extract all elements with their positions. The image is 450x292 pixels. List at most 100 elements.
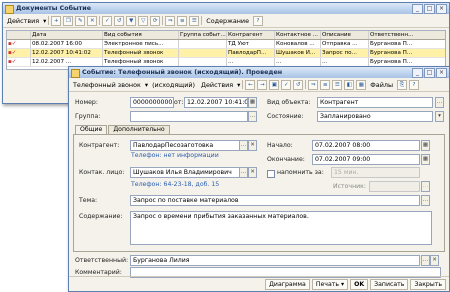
select-button[interactable]: … bbox=[248, 111, 257, 122]
source-label: Источник: bbox=[333, 183, 366, 190]
chevron-down-icon: ▾ bbox=[144, 80, 149, 89]
contact-field[interactable]: Шушаков Илья Владимирович bbox=[130, 167, 240, 178]
contractor-label: Контрагент: bbox=[79, 142, 120, 149]
event-title: Событие: Телефонный звонок (исходящий). … bbox=[82, 69, 283, 76]
maximize-button[interactable]: □ bbox=[424, 68, 435, 78]
content-textarea[interactable]: Запрос о времени прибытия заказанных мат… bbox=[130, 211, 432, 245]
select-button[interactable]: … bbox=[239, 167, 248, 178]
edit-icon[interactable]: ✎ bbox=[75, 15, 86, 26]
clear-icon[interactable]: ✕ bbox=[248, 140, 257, 151]
post-icon[interactable]: ✓ bbox=[102, 15, 113, 26]
diagram-button[interactable]: Диаграмма bbox=[265, 278, 310, 290]
attach-icon[interactable]: ⎘ bbox=[397, 79, 407, 90]
documents-title: Документы Событие bbox=[16, 5, 91, 12]
select-button[interactable]: … bbox=[435, 97, 444, 108]
responsible-field[interactable]: Бурганова Лилия bbox=[130, 255, 420, 266]
actions-menu[interactable]: Действия bbox=[5, 17, 41, 25]
event-toolbar: Телефонный звонок ▾ (исходящий) Действия ▾… bbox=[69, 78, 449, 92]
tab-additional[interactable]: Дополнительно bbox=[108, 125, 170, 134]
refresh-icon[interactable]: ⟳ bbox=[150, 15, 161, 26]
ok-button[interactable]: OK bbox=[350, 278, 369, 290]
calendar-icon[interactable]: ▦ bbox=[421, 140, 430, 151]
document-icon: ▪✓ bbox=[7, 40, 31, 48]
contact-phone-info[interactable]: Телефон: 64-23-18, доб. 15 bbox=[131, 181, 219, 188]
clear-icon[interactable]: ✕ bbox=[430, 255, 439, 266]
remind-field[interactable]: 15 мин. bbox=[331, 167, 420, 178]
help-icon[interactable]: ? bbox=[253, 15, 264, 26]
select-button[interactable]: … bbox=[421, 255, 430, 266]
properties-icon[interactable]: ◧ bbox=[344, 79, 355, 90]
contractor-phone-info[interactable]: Телефон: нет информации bbox=[131, 152, 219, 159]
chevron-down-icon[interactable]: ▾ bbox=[435, 111, 444, 122]
structure-icon[interactable]: ≡ bbox=[320, 79, 331, 90]
column-header[interactable]: Ответственн... bbox=[369, 31, 420, 39]
unpost-icon[interactable]: ↺ bbox=[293, 79, 304, 90]
forward-icon[interactable]: → bbox=[257, 79, 268, 90]
end-field[interactable]: 07.02.2007 09:00 bbox=[312, 154, 420, 165]
contact-label: Контак. лицо: bbox=[79, 169, 125, 176]
topic-field[interactable]: Запрос по поставке материалов bbox=[130, 195, 420, 206]
journal-icon[interactable]: ☰ bbox=[332, 79, 343, 90]
column-header[interactable]: Вид события bbox=[103, 31, 179, 39]
column-header[interactable]: Описание bbox=[321, 31, 369, 39]
table-row[interactable]: ▪✓ 12.02.2007 10:41:02 Телефонный звонок… bbox=[7, 49, 445, 58]
start-field[interactable]: 07.02.2007 08:00 bbox=[312, 140, 420, 151]
document-icon: ▪✓ bbox=[7, 49, 31, 57]
number-field[interactable]: 00000000002 bbox=[130, 97, 174, 108]
delete-icon[interactable]: ✕ bbox=[87, 15, 98, 26]
actions-menu[interactable]: Действия bbox=[199, 81, 235, 89]
contractor-field[interactable]: ПавлодарПесозаготовка bbox=[130, 140, 240, 151]
documents-toolbar: Действия ▾ + ❐ ✎ ✕ ✓ ↺ ▼ ▽ ⟳ ⇒ ≡ ☰ Содерж… bbox=[3, 14, 449, 28]
unpost-icon[interactable]: ↺ bbox=[114, 15, 125, 26]
print-button[interactable]: Печать ▾ bbox=[311, 278, 349, 290]
app-icon bbox=[5, 5, 14, 14]
filter-icon[interactable]: ▼ bbox=[126, 15, 137, 26]
files-button[interactable]: Файлы bbox=[368, 81, 395, 89]
calendar-icon[interactable]: ▦ bbox=[248, 97, 257, 108]
form-buttons: Диаграмма Печать ▾ OK Записать Закрыть bbox=[69, 276, 449, 291]
content-button[interactable]: Содержание bbox=[204, 17, 251, 25]
close-button[interactable]: Закрыть bbox=[410, 278, 446, 290]
chevron-down-icon: ▾ bbox=[237, 80, 241, 89]
based-on-icon[interactable]: ⇒ bbox=[165, 15, 176, 26]
direction-label[interactable]: (исходящий) bbox=[150, 81, 197, 89]
event-window: Событие: Телефонный звонок (исходящий). … bbox=[68, 66, 450, 292]
clear-icon[interactable]: ✕ bbox=[248, 167, 257, 178]
table-row[interactable]: ▪✓ 08.02.2007 16:00 Электронное пись... … bbox=[7, 40, 445, 49]
filter-off-icon[interactable]: ▽ bbox=[138, 15, 149, 26]
back-icon[interactable]: ← bbox=[245, 79, 256, 90]
calendar-icon[interactable]: ▦ bbox=[356, 79, 367, 90]
calendar-icon[interactable]: ▦ bbox=[421, 154, 430, 165]
comment-label: Комментарий: bbox=[75, 269, 122, 276]
close-button[interactable]: × bbox=[436, 68, 447, 78]
journal-icon[interactable]: ☰ bbox=[189, 15, 200, 26]
call-type-menu[interactable]: Телефонный звонок bbox=[71, 81, 143, 89]
save-button[interactable]: Записать bbox=[370, 278, 409, 290]
select-button[interactable]: … bbox=[421, 181, 430, 192]
structure-icon[interactable]: ≡ bbox=[177, 15, 188, 26]
select-button[interactable]: … bbox=[239, 140, 248, 151]
maximize-button[interactable]: □ bbox=[424, 4, 435, 14]
copy-icon[interactable]: ❐ bbox=[63, 15, 74, 26]
help-icon[interactable]: ? bbox=[409, 79, 419, 90]
state-field[interactable]: Запланировано bbox=[317, 111, 433, 122]
post-icon[interactable]: ✓ bbox=[281, 79, 292, 90]
group-field[interactable] bbox=[130, 111, 248, 122]
object-type-field[interactable]: Контрагент bbox=[317, 97, 433, 108]
column-header[interactable]: Контактное ... bbox=[275, 31, 321, 39]
minimize-button[interactable]: _ bbox=[412, 4, 423, 14]
remind-checkbox[interactable] bbox=[267, 170, 275, 178]
close-button[interactable]: × bbox=[436, 4, 447, 14]
source-field[interactable] bbox=[369, 181, 420, 192]
state-label: Состояние: bbox=[267, 113, 304, 120]
responsible-label: Ответственный: bbox=[75, 257, 129, 264]
add-icon[interactable]: + bbox=[51, 15, 62, 26]
date-field[interactable]: 12.02.2007 10:41:02 bbox=[184, 97, 248, 108]
column-header[interactable]: Группа событ... bbox=[179, 31, 227, 39]
based-on-icon[interactable]: ⇒ bbox=[308, 79, 319, 90]
column-header[interactable]: Дата bbox=[31, 31, 103, 39]
column-header[interactable]: Контрагент bbox=[227, 31, 275, 39]
minimize-button[interactable]: _ bbox=[412, 68, 423, 78]
save-icon[interactable]: ▣ bbox=[269, 79, 280, 90]
select-button[interactable]: … bbox=[421, 195, 430, 206]
